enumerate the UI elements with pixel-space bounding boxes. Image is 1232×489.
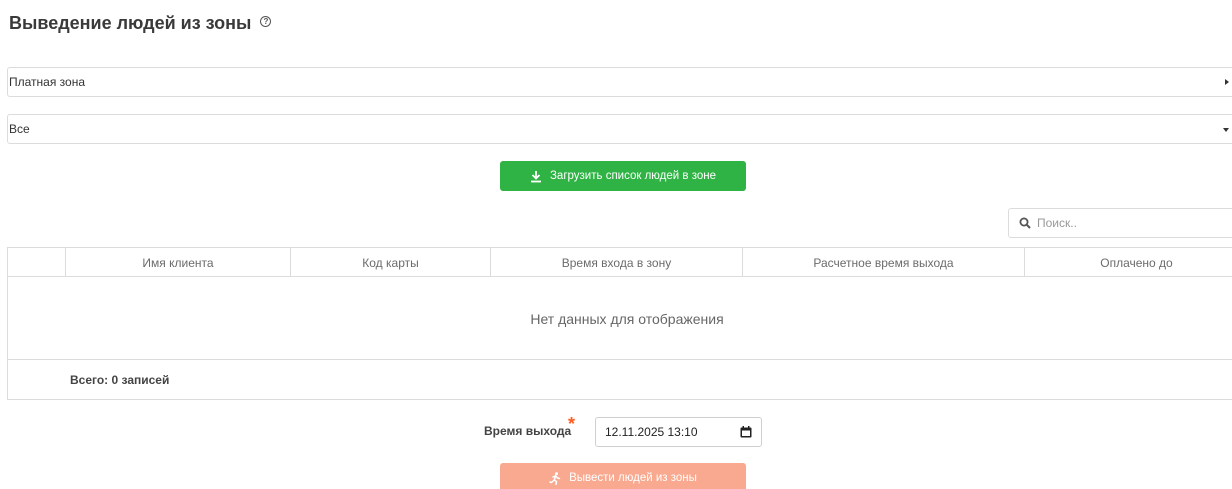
search-icon (1019, 217, 1031, 229)
search-placeholder: Поиск.. (1037, 216, 1077, 230)
exit-people-button-label: Вывести людей из зоны (569, 472, 697, 484)
grid-column-client-name[interactable]: Имя клиента (66, 248, 291, 277)
load-people-button[interactable]: Загрузить список людей в зоне (500, 161, 746, 191)
required-mark: * (568, 414, 576, 434)
grid-column-card-code[interactable]: Код карты (291, 248, 491, 277)
zone-select-value: Платная зона (9, 75, 86, 89)
exit-time-value: 12.11.2025 13:10 (605, 425, 698, 439)
search-input[interactable]: Поиск.. (1008, 208, 1232, 238)
exit-time-input[interactable]: 12.11.2025 13:10 (595, 417, 762, 447)
grid-header: Имя клиента Код карты Время входа в зону… (8, 248, 1232, 277)
exit-people-button[interactable]: Вывести людей из зоны (500, 463, 746, 489)
exit-time-label: Время выхода (484, 424, 572, 438)
page-title: Выведение людей из зоны ? (9, 13, 272, 34)
load-people-button-label: Загрузить список людей в зоне (549, 170, 716, 182)
running-person-icon (549, 471, 561, 485)
grid-column-paid-until[interactable]: Оплачено до (1025, 248, 1232, 277)
grid-column-entry-time[interactable]: Время входа в зону (491, 248, 743, 277)
zone-select[interactable]: Платная зона (7, 67, 1232, 97)
chevron-right-icon (1225, 79, 1229, 85)
grid-empty-message: Нет данных для отображения (8, 278, 1232, 360)
people-grid: Имя клиента Код карты Время входа в зону… (7, 247, 1232, 400)
grid-column-estimated-exit[interactable]: Расчетное время выхода (743, 248, 1025, 277)
download-icon (530, 170, 542, 183)
calendar-icon[interactable] (740, 426, 752, 438)
chevron-down-icon (1223, 128, 1229, 132)
page-title-text: Выведение людей из зоны (9, 13, 252, 33)
filter-select-value: Все (9, 122, 30, 136)
help-icon[interactable]: ? (260, 16, 272, 27)
filter-select[interactable]: Все (7, 114, 1232, 144)
grid-total-count: Всего: 0 записей (70, 373, 170, 387)
grid-column-select[interactable] (8, 248, 66, 277)
